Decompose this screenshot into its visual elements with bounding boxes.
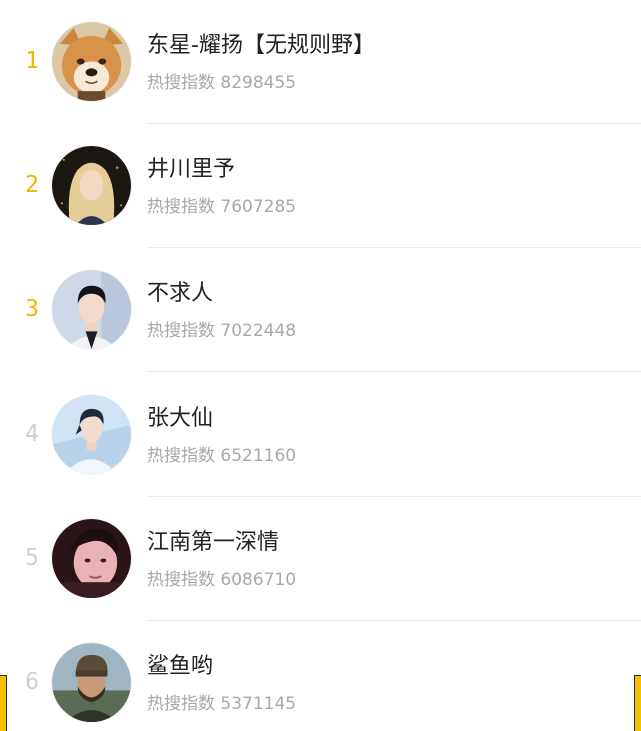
man-white-jacket-avatar-icon[interactable] bbox=[52, 395, 131, 474]
hot-search-index: 热搜指数 8298455 bbox=[147, 73, 297, 93]
list-item[interactable]: 1 东星-耀扬【无规则野】 热搜指数 8298455 bbox=[0, 0, 641, 124]
list-item[interactable]: 6 鲨鱼哟 热搜指数 5371145 bbox=[0, 621, 641, 731]
left-edge-marker bbox=[0, 675, 7, 731]
list-item[interactable]: 3 不求人 热搜指数 7022448 bbox=[0, 248, 641, 372]
streamer-name[interactable]: 江南第一深情 bbox=[147, 527, 279, 559]
shiba-dog-avatar-icon[interactable] bbox=[52, 22, 131, 101]
rank-number: 1 bbox=[25, 48, 39, 74]
streamer-name[interactable]: 不求人 bbox=[147, 278, 213, 310]
right-edge-marker bbox=[634, 675, 641, 731]
rank-number: 6 bbox=[25, 669, 39, 695]
young-man-avatar-icon[interactable] bbox=[52, 270, 131, 349]
list-item[interactable]: 2 井川里予 热搜指数 7607285 bbox=[0, 124, 641, 248]
bearded-man-beanie-avatar-icon[interactable] bbox=[52, 643, 131, 722]
hot-search-index: 热搜指数 5371145 bbox=[147, 694, 297, 714]
list-item[interactable]: 5 江南第一深情 热搜指数 6086710 bbox=[0, 497, 641, 621]
streamer-name[interactable]: 鲨鱼哟 bbox=[147, 651, 213, 683]
streamer-name[interactable]: 张大仙 bbox=[147, 403, 213, 435]
streamer-name[interactable]: 东星-耀扬【无规则野】 bbox=[147, 30, 375, 62]
blonde-girl-avatar-icon[interactable] bbox=[52, 146, 131, 225]
rank-number: 5 bbox=[25, 545, 39, 571]
rank-number: 3 bbox=[25, 296, 39, 322]
hot-search-index: 热搜指数 7022448 bbox=[147, 321, 297, 341]
hot-search-list: 1 东星-耀扬【无规则野】 热搜指数 8298455 2 井川里予 热搜指数 7… bbox=[0, 0, 641, 731]
list-item[interactable]: 4 张大仙 热搜指数 6521160 bbox=[0, 373, 641, 497]
hot-search-index: 热搜指数 6521160 bbox=[147, 446, 297, 466]
rank-number: 2 bbox=[25, 172, 39, 198]
rank-number: 4 bbox=[25, 421, 39, 447]
streamer-name[interactable]: 井川里予 bbox=[147, 154, 235, 186]
divider bbox=[147, 371, 641, 372]
hot-search-index: 热搜指数 6086710 bbox=[147, 570, 297, 590]
man-pink-light-avatar-icon[interactable] bbox=[52, 519, 131, 598]
hot-search-index: 热搜指数 7607285 bbox=[147, 197, 297, 217]
